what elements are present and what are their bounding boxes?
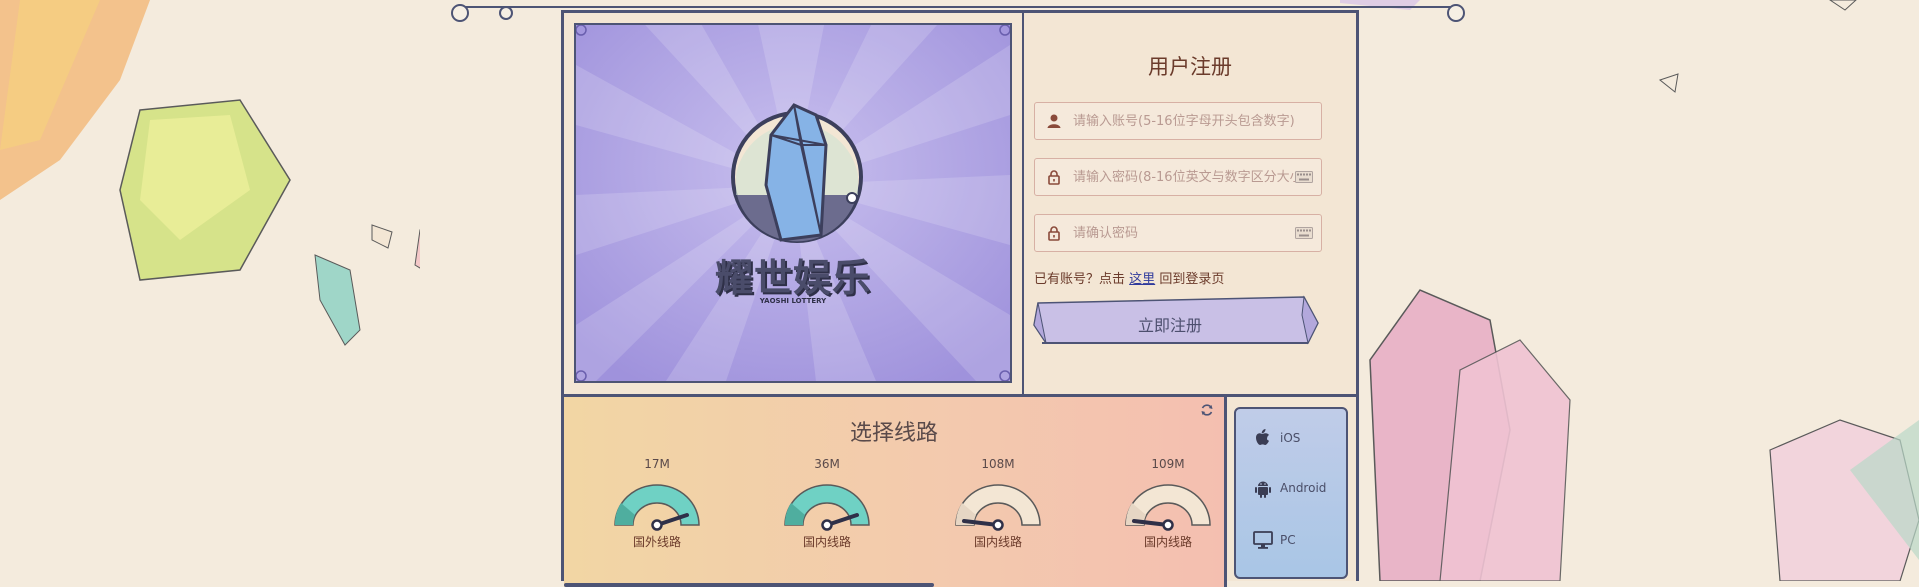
brand-subtitle: YAOSHI LOTTERY [759,297,827,305]
speed-gauge-icon [955,484,1041,531]
android-icon [1255,481,1271,498]
keyboard-icon[interactable] [1295,171,1313,183]
route-progress-bar [564,583,934,587]
download-ios-label: iOS [1280,431,1301,445]
register-title: 用户注册 [1148,55,1232,79]
rail-knob-right [1447,4,1465,22]
route-gauge[interactable]: 36M 国内线路 [777,457,877,557]
rail-knob-small [499,6,513,20]
route-speed: 108M [981,457,1015,471]
keyboard-icon[interactable] [1295,227,1313,239]
password-input[interactable] [1073,159,1295,195]
confirm-password-input[interactable] [1073,215,1295,251]
lock-icon [1048,226,1060,241]
login-hint: 已有账号？点击 这里 回到登录页 [1034,268,1224,287]
route-speed: 17M [644,457,670,471]
crystal-decoration-left [0,0,420,346]
route-gauge[interactable]: 109M 国内线路 [1118,457,1218,557]
refresh-icon[interactable] [1200,403,1214,417]
route-gauge[interactable]: 108M 国内线路 [948,457,1048,557]
confirm-password-field [1034,214,1322,252]
password-field [1034,158,1322,196]
route-name: 国内线路 [973,535,1022,549]
route-name: 国内线路 [1143,535,1192,549]
top-rail [451,4,1465,22]
gauge-hub [1162,519,1174,531]
logo-panel: 耀世娱乐 YAOSHI LOTTERY [574,23,1012,383]
apple-icon [1256,429,1269,445]
routes-title: 选择线路 [849,421,938,446]
download-ios[interactable]: iOS [1252,425,1300,451]
sunburst-logo [576,25,1010,381]
register-button-label: 立即注册 [1137,316,1202,335]
crystal-decoration-right [1340,0,1919,581]
route-name: 国内线路 [802,535,851,549]
route-speed: 36M [814,457,840,471]
account-field [1034,102,1322,140]
lock-icon [1048,170,1060,185]
login-hint-prefix: 已有账号？点击 [1034,272,1126,287]
download-divider [1224,397,1227,587]
account-input[interactable] [1073,103,1295,139]
speed-gauge-icon [614,484,700,531]
user-icon [1047,114,1061,128]
download-pc[interactable]: PC [1252,527,1296,553]
route-name: 国外线路 [632,535,681,549]
gauge-hub [821,519,833,531]
gauge-hub [992,519,1004,531]
brand-name: 耀世娱乐 [714,256,871,300]
gauge-hub [651,519,663,531]
rail-knob-left [451,4,469,22]
route-selector: 选择线路 17M 国外线路 36M 国内线路 108M 国内线路 109M 国内线路 [564,397,1224,587]
register-panel: 用户注册 请输入账号(5-16位字母开头包含数字) 已有账号？点击 这里 回到登… [1024,13,1356,394]
download-panel: iOS Android PC [1234,407,1348,579]
download-android[interactable]: Android [1252,475,1326,501]
main-frame: 耀世娱乐 YAOSHI LOTTERY 用户注册 请输入账号(5-16位字母开头… [561,10,1359,587]
download-android-label: Android [1280,481,1327,495]
login-link[interactable]: 这里 [1129,272,1155,287]
speed-gauge-icon [1125,484,1211,531]
download-pc-label: PC [1280,533,1296,547]
login-hint-suffix: 回到登录页 [1159,272,1225,287]
route-gauge[interactable]: 17M 国外线路 [607,457,707,557]
register-button[interactable]: 立即注册 [1032,295,1322,351]
speed-gauge-icon [784,484,870,531]
route-speed: 109M [1151,457,1185,471]
monitor-icon [1253,531,1273,549]
